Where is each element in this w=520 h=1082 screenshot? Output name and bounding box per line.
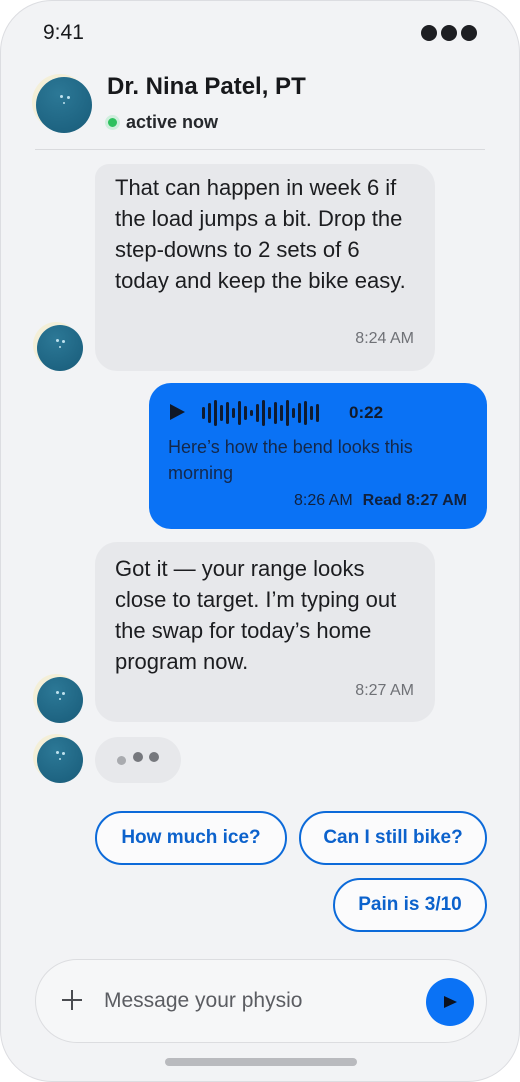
avatar <box>37 325 83 371</box>
message-input[interactable] <box>104 982 414 1020</box>
read-receipt: Read 8:27 AM <box>362 492 467 509</box>
play-icon[interactable] <box>170 404 185 420</box>
voice-duration: 0:22 <box>349 403 384 422</box>
quick-reply-button[interactable]: How much ice? <box>95 811 287 865</box>
voice-caption: Here’s how the bend looks this morning <box>168 437 413 483</box>
avatar[interactable] <box>36 77 92 133</box>
presence-label: active now <box>126 112 219 132</box>
home-indicator[interactable] <box>165 1058 357 1066</box>
message-bubble-outgoing[interactable]: 0:22 Here’s how the bend looks this morn… <box>149 383 487 529</box>
message-text: That can happen in week 6 if the load ju… <box>115 175 406 293</box>
avatar <box>37 737 83 783</box>
message-composer <box>35 959 487 1043</box>
send-icon <box>444 996 457 1008</box>
quick-reply-button[interactable]: Can I still bike? <box>299 811 487 865</box>
header-divider <box>35 149 485 150</box>
message-meta: 8:26 AM Read 8:27 AM <box>294 492 467 510</box>
message-time: 8:24 AM <box>355 330 414 347</box>
message-bubble-incoming[interactable]: Got it — your range looks close to targe… <box>95 542 435 722</box>
online-dot-icon <box>105 115 120 130</box>
send-button[interactable] <box>426 978 474 1026</box>
avatar <box>37 677 83 723</box>
status-dots-icon <box>421 25 477 41</box>
typing-indicator <box>95 737 181 783</box>
waveform-icon[interactable] <box>202 399 319 427</box>
page-title[interactable]: Dr. Nina Patel, PT <box>107 73 306 101</box>
message-time: 8:27 AM <box>355 682 414 699</box>
status-time: 9:41 <box>43 21 84 44</box>
message-bubble-incoming[interactable]: That can happen in week 6 if the load ju… <box>95 164 435 371</box>
message-time: 8:26 AM <box>293 492 353 509</box>
quick-reply-button[interactable]: Pain is 3/10 <box>333 878 487 932</box>
presence-status: active now <box>105 112 218 133</box>
message-text: Got it — your range looks close to targe… <box>115 556 397 674</box>
phone-frame: 9:41 Dr. Nina Patel, PT active now That … <box>0 0 520 1082</box>
add-attachment-icon[interactable] <box>62 990 82 1010</box>
